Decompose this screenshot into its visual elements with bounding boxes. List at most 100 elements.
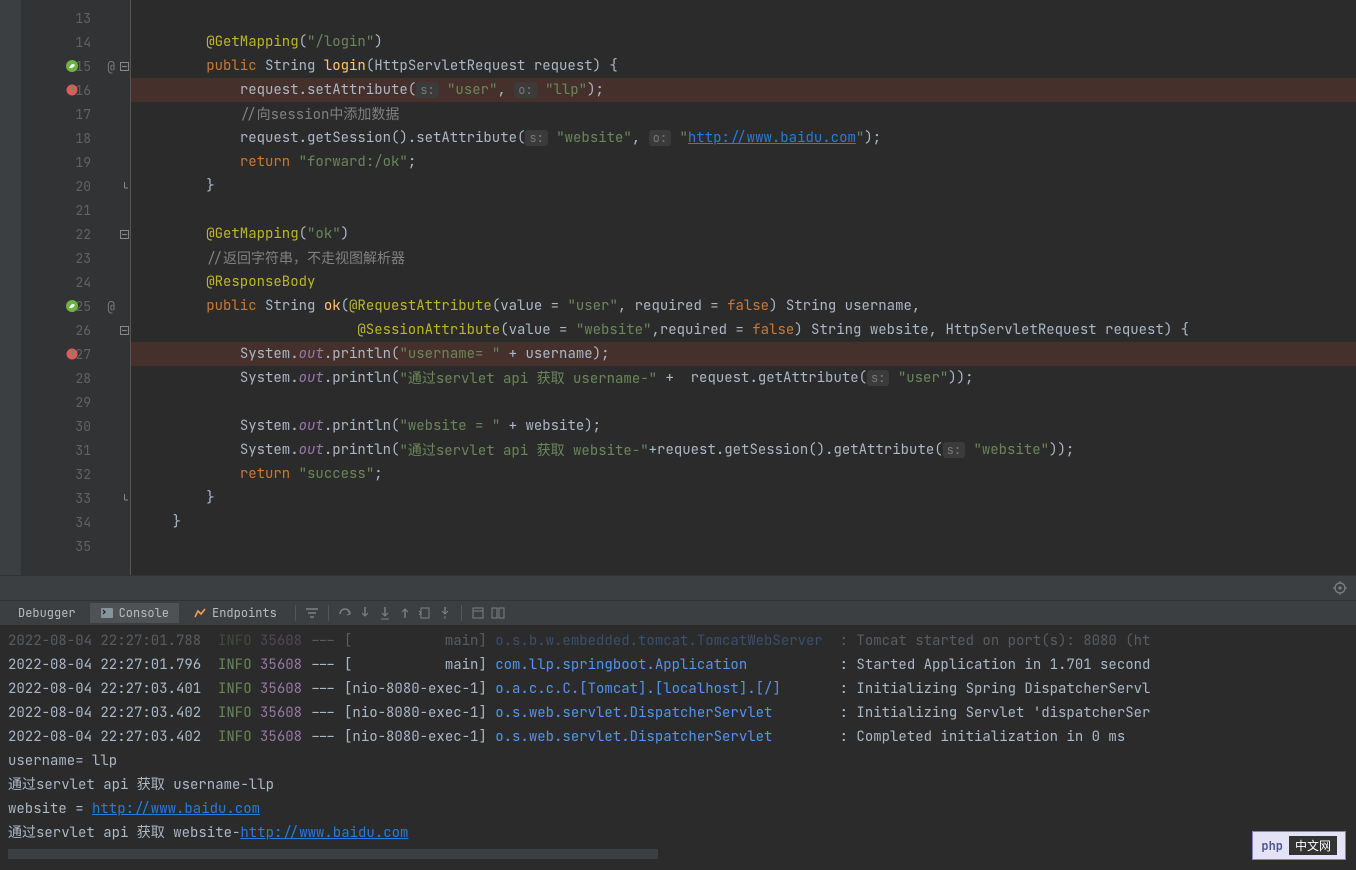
token-default: , required = bbox=[618, 297, 727, 315]
gutter-row[interactable]: 29 bbox=[22, 390, 119, 414]
force-step-into-icon[interactable] bbox=[377, 605, 393, 621]
code-line[interactable]: return "success"; bbox=[131, 462, 1356, 486]
code-line[interactable]: } bbox=[131, 510, 1356, 534]
token-comment: //向session中添加数据 bbox=[240, 104, 400, 124]
evaluate-icon[interactable] bbox=[470, 605, 486, 621]
token-field: out bbox=[299, 369, 324, 387]
fold-marker[interactable] bbox=[119, 318, 130, 342]
code-line[interactable] bbox=[131, 6, 1356, 30]
code-line[interactable]: } bbox=[131, 486, 1356, 510]
token-default: ; bbox=[965, 369, 973, 387]
token-default: ; bbox=[1066, 441, 1074, 459]
gutter-row[interactable]: 20 bbox=[22, 174, 119, 198]
code-line[interactable]: public String ok(@RequestAttribute(value… bbox=[131, 294, 1356, 318]
token-default: String bbox=[257, 297, 324, 315]
step-out-icon[interactable] bbox=[397, 605, 413, 621]
code-line[interactable]: return "forward:/ok"; bbox=[131, 150, 1356, 174]
code-line[interactable]: } bbox=[131, 174, 1356, 198]
gutter[interactable]: 13 14 15@16171819202122232425@262728293031… bbox=[22, 0, 119, 575]
token-string: "通过servlet api 获取 website-" bbox=[399, 440, 648, 460]
code-line[interactable]: @GetMapping("/login") bbox=[131, 30, 1356, 54]
gutter-row[interactable]: 35 bbox=[22, 534, 119, 558]
token-default: String username, bbox=[777, 297, 920, 315]
code-line[interactable]: System.out.println("通过servlet api 获取 use… bbox=[131, 366, 1356, 390]
gutter-row[interactable]: 23 bbox=[22, 246, 119, 270]
tab-debugger[interactable]: Debugger bbox=[8, 603, 86, 623]
code-line[interactable]: System.out.println("通过servlet api 获取 web… bbox=[131, 438, 1356, 462]
gutter-row[interactable]: 16 bbox=[22, 78, 119, 102]
code-editor[interactable]: @GetMapping("/login") public String logi… bbox=[131, 0, 1356, 575]
gutter-row[interactable]: 14 bbox=[22, 30, 119, 54]
breakpoint-icon[interactable] bbox=[65, 83, 79, 97]
fold-marker[interactable] bbox=[119, 54, 130, 78]
filter-icon[interactable] bbox=[304, 605, 320, 621]
gutter-row[interactable]: 32 bbox=[22, 462, 119, 486]
token-string: "通过servlet api 获取 username-" bbox=[399, 368, 657, 388]
gutter-row[interactable]: 26 bbox=[22, 318, 119, 342]
code-line[interactable]: request.setAttribute(s: "user", o: "llp"… bbox=[131, 78, 1356, 102]
line-number: 14 bbox=[67, 34, 91, 51]
target-icon[interactable] bbox=[1332, 580, 1348, 596]
code-line[interactable] bbox=[131, 390, 1356, 414]
fold-marker[interactable] bbox=[119, 486, 130, 510]
code-line[interactable]: @ResponseBody bbox=[131, 270, 1356, 294]
fold-column[interactable] bbox=[119, 0, 131, 575]
token-hint: s: bbox=[943, 442, 965, 458]
drop-frame-icon[interactable] bbox=[417, 605, 433, 621]
code-line[interactable] bbox=[131, 198, 1356, 222]
override-marker[interactable]: @ bbox=[107, 298, 115, 315]
token-default bbox=[889, 369, 897, 387]
token-default: .println( bbox=[324, 417, 400, 435]
gutter-row[interactable]: 34 bbox=[22, 510, 119, 534]
gutter-row[interactable]: 17 bbox=[22, 102, 119, 126]
token-hint: o: bbox=[649, 130, 671, 146]
token-parens: ) bbox=[769, 297, 777, 315]
token-parens: ( bbox=[492, 297, 500, 315]
gutter-row[interactable]: 30 bbox=[22, 414, 119, 438]
code-line[interactable] bbox=[131, 534, 1356, 558]
run-to-cursor-icon[interactable] bbox=[437, 605, 453, 621]
token-default: + website bbox=[500, 417, 584, 435]
fold-marker[interactable] bbox=[119, 222, 130, 246]
gutter-row[interactable]: 28 bbox=[22, 366, 119, 390]
code-line[interactable]: @SessionAttribute(value = "website",requ… bbox=[131, 318, 1356, 342]
console-output[interactable]: 2022-08-04 22:27:01.788 INFO 35608 --- [… bbox=[0, 625, 1356, 870]
gutter-row[interactable]: 31 bbox=[22, 438, 119, 462]
gutter-row[interactable]: 22 bbox=[22, 222, 119, 246]
gutter-row[interactable]: 13 bbox=[22, 6, 119, 30]
gutter-row[interactable]: 19 bbox=[22, 150, 119, 174]
step-over-icon[interactable] bbox=[337, 605, 353, 621]
gutter-row[interactable]: 27 bbox=[22, 342, 119, 366]
code-line[interactable]: //向session中添加数据 bbox=[131, 102, 1356, 126]
tab-console[interactable]: Console bbox=[90, 603, 179, 623]
gutter-row[interactable]: 24 bbox=[22, 270, 119, 294]
step-into-icon[interactable] bbox=[357, 605, 373, 621]
code-line[interactable]: request.getSession().setAttribute(s: "we… bbox=[131, 126, 1356, 150]
gutter-row[interactable]: 21 bbox=[22, 198, 119, 222]
trace-icon[interactable] bbox=[490, 605, 506, 621]
token-default: { bbox=[1172, 321, 1189, 339]
spring-icon[interactable] bbox=[65, 59, 79, 73]
gutter-row[interactable]: 18 bbox=[22, 126, 119, 150]
code-line[interactable]: //返回字符串，不走视图解析器 bbox=[131, 246, 1356, 270]
horizontal-scrollbar[interactable] bbox=[8, 849, 658, 859]
override-marker[interactable]: @ bbox=[107, 58, 115, 75]
code-line[interactable]: System.out.println("username= " + userna… bbox=[131, 342, 1356, 366]
breakpoint-icon[interactable] bbox=[65, 347, 79, 361]
gutter-row[interactable]: 15@ bbox=[22, 54, 119, 78]
token-hint: s: bbox=[416, 82, 438, 98]
token-method-decl: login bbox=[324, 57, 366, 75]
spring-icon[interactable] bbox=[65, 299, 79, 313]
stdout-line: username= llp bbox=[8, 749, 1348, 773]
url-link[interactable]: http://www.baidu.com bbox=[92, 800, 260, 818]
gutter-row[interactable]: 25@ bbox=[22, 294, 119, 318]
code-line[interactable]: @GetMapping("ok") bbox=[131, 222, 1356, 246]
gutter-row[interactable]: 33 bbox=[22, 486, 119, 510]
code-line[interactable]: public String login(HttpServletRequest r… bbox=[131, 54, 1356, 78]
url-link[interactable]: http://www.baidu.com bbox=[240, 824, 408, 842]
code-line[interactable]: System.out.println("website = " + websit… bbox=[131, 414, 1356, 438]
fold-marker[interactable] bbox=[119, 174, 130, 198]
fold-marker bbox=[119, 534, 130, 558]
fold-marker bbox=[119, 150, 130, 174]
tab-endpoints[interactable]: Endpoints bbox=[183, 603, 287, 623]
